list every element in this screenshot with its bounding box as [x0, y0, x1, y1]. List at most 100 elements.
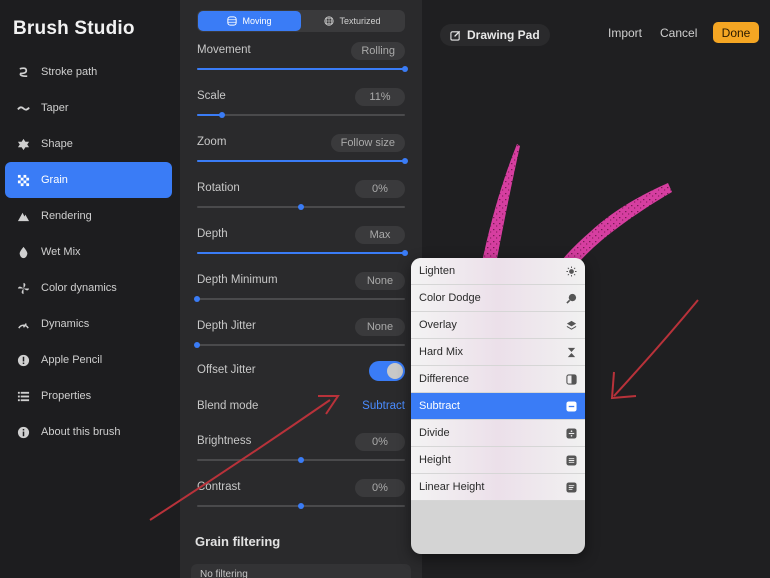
sidebar-item-label: Grain — [41, 174, 68, 186]
sidebar-item-taper[interactable]: Taper — [5, 90, 172, 126]
sidebar-item-about-this-brush[interactable]: About this brush — [5, 414, 172, 450]
setting-contrast: Contrast 0% — [197, 479, 405, 519]
setting-value-pill[interactable]: None — [355, 272, 405, 290]
sidebar-item-stroke-path[interactable]: Stroke path — [5, 54, 172, 90]
blend-option-subtract[interactable]: Subtract — [411, 393, 585, 420]
brightness-slider[interactable] — [197, 457, 405, 463]
import-button[interactable]: Import — [608, 26, 642, 40]
depth-jitter-slider[interactable] — [194, 342, 405, 348]
offset-jitter-toggle[interactable] — [369, 361, 405, 381]
app-title: Brush Studio — [13, 18, 135, 39]
blend-option-label: Height — [419, 454, 451, 466]
sidebar-item-dynamics[interactable]: Dynamics — [5, 306, 172, 342]
zoom-slider[interactable] — [197, 158, 408, 164]
grain-filtering-option[interactable]: No filtering — [191, 564, 411, 578]
hard-mix-icon — [567, 347, 576, 358]
sidebar-item-label: Color dynamics — [41, 282, 117, 294]
sidebar-item-label: Stroke path — [41, 66, 98, 78]
blend-option-height[interactable]: Height — [411, 447, 585, 474]
setting-label: Offset Jitter — [197, 364, 256, 376]
drawing-pad-title[interactable]: Drawing Pad — [440, 24, 550, 46]
sidebar-item-color-dynamics[interactable]: Color dynamics — [5, 270, 172, 306]
grain-filtering-title: Grain filtering — [195, 534, 281, 549]
setting-label: Depth — [197, 228, 228, 240]
settings-panel: Moving Texturized Movement Rolling Scale… — [180, 0, 422, 578]
blend-option-difference[interactable]: Difference — [411, 366, 585, 393]
sidebar-item-label: About this brush — [41, 426, 121, 438]
color-dodge-icon — [566, 293, 577, 304]
divide-icon — [566, 428, 577, 439]
blend-option-hard-mix[interactable]: Hard Mix — [411, 339, 585, 366]
subtract-icon — [566, 401, 577, 412]
edit-icon — [450, 30, 461, 41]
moving-icon — [227, 16, 238, 26]
stroke-path-icon — [5, 66, 41, 79]
sidebar-item-label: Wet Mix — [41, 246, 81, 258]
done-button[interactable]: Done — [713, 22, 759, 43]
setting-movement: Movement Rolling — [197, 42, 408, 82]
sidebar-item-rendering[interactable]: Rendering — [5, 198, 172, 234]
sidebar-item-apple-pencil[interactable]: Apple Pencil — [5, 342, 172, 378]
contrast-slider[interactable] — [197, 503, 405, 509]
segment-label: Moving — [242, 16, 272, 26]
blend-option-overlay[interactable]: Overlay — [411, 312, 585, 339]
blend-option-label: Divide — [419, 427, 450, 439]
setting-label: Blend mode — [197, 400, 259, 412]
blend-option-label: Lighten — [419, 265, 456, 277]
rendering-icon — [5, 210, 41, 223]
setting-depth: Depth Max — [197, 226, 408, 266]
properties-icon — [5, 390, 41, 403]
lighten-icon — [566, 266, 577, 277]
blend-option-label: Linear Height — [419, 481, 485, 493]
setting-value-pill[interactable]: 0% — [355, 479, 405, 497]
setting-label: Brightness — [197, 435, 252, 447]
drawing-pad-label: Drawing Pad — [467, 28, 540, 42]
setting-value-pill[interactable]: None — [355, 318, 405, 336]
setting-value-pill[interactable]: Rolling — [351, 42, 405, 60]
setting-value-pill[interactable]: 11% — [355, 88, 405, 106]
blend-mode-value[interactable]: Subtract — [362, 400, 405, 412]
cancel-button[interactable]: Cancel — [660, 26, 697, 40]
rotation-slider[interactable] — [197, 204, 405, 210]
segment-moving[interactable]: Moving — [198, 11, 301, 31]
shape-icon — [5, 138, 41, 151]
sidebar-item-label: Properties — [41, 390, 92, 402]
sidebar-item-grain[interactable]: Grain — [5, 162, 172, 198]
setting-value-pill[interactable]: Follow size — [330, 134, 405, 152]
setting-label: Movement — [197, 44, 251, 56]
setting-zoom: Zoom Follow size — [197, 134, 408, 174]
setting-label: Depth Minimum — [197, 274, 278, 286]
depth-slider[interactable] — [197, 250, 408, 256]
setting-value-pill[interactable]: 0% — [355, 180, 405, 198]
blend-option-lighten[interactable]: Lighten — [411, 258, 585, 285]
segment-texturized[interactable]: Texturized — [301, 11, 404, 31]
sidebar-item-label: Taper — [41, 102, 69, 114]
difference-icon — [566, 374, 577, 385]
sidebar-item-shape[interactable]: Shape — [5, 126, 172, 162]
sidebar-item-label: Shape — [41, 138, 73, 150]
blend-option-linear-height[interactable]: Linear Height — [411, 474, 585, 501]
sidebar-item-wet-mix[interactable]: Wet Mix — [5, 234, 172, 270]
grain-icon — [5, 174, 41, 187]
apple-pencil-icon — [5, 354, 41, 367]
setting-label: Scale — [197, 90, 226, 102]
sidebar-item-label: Apple Pencil — [41, 354, 103, 366]
scale-slider[interactable] — [197, 112, 405, 118]
blend-option-label: Difference — [419, 373, 469, 385]
sidebar: Brush Studio Stroke path Taper Shape Gra… — [0, 0, 180, 578]
setting-value-pill[interactable]: 0% — [355, 433, 405, 451]
setting-label: Zoom — [197, 136, 227, 148]
blend-option-divide[interactable]: Divide — [411, 420, 585, 447]
blend-option-color-dodge[interactable]: Color Dodge — [411, 285, 585, 312]
setting-brightness: Brightness 0% — [197, 433, 405, 473]
blend-option-label: Hard Mix — [419, 346, 464, 358]
setting-offset-jitter: Offset Jitter — [197, 361, 405, 401]
depth-minimum-slider[interactable] — [194, 296, 405, 302]
sidebar-item-properties[interactable]: Properties — [5, 378, 172, 414]
setting-blend-mode: Blend mode Subtract — [197, 398, 405, 438]
linear-height-icon — [566, 482, 577, 493]
setting-value-pill[interactable]: Max — [355, 226, 405, 244]
movement-slider[interactable] — [197, 66, 408, 72]
sidebar-item-label: Rendering — [41, 210, 92, 222]
color-dynamics-icon — [5, 282, 41, 295]
